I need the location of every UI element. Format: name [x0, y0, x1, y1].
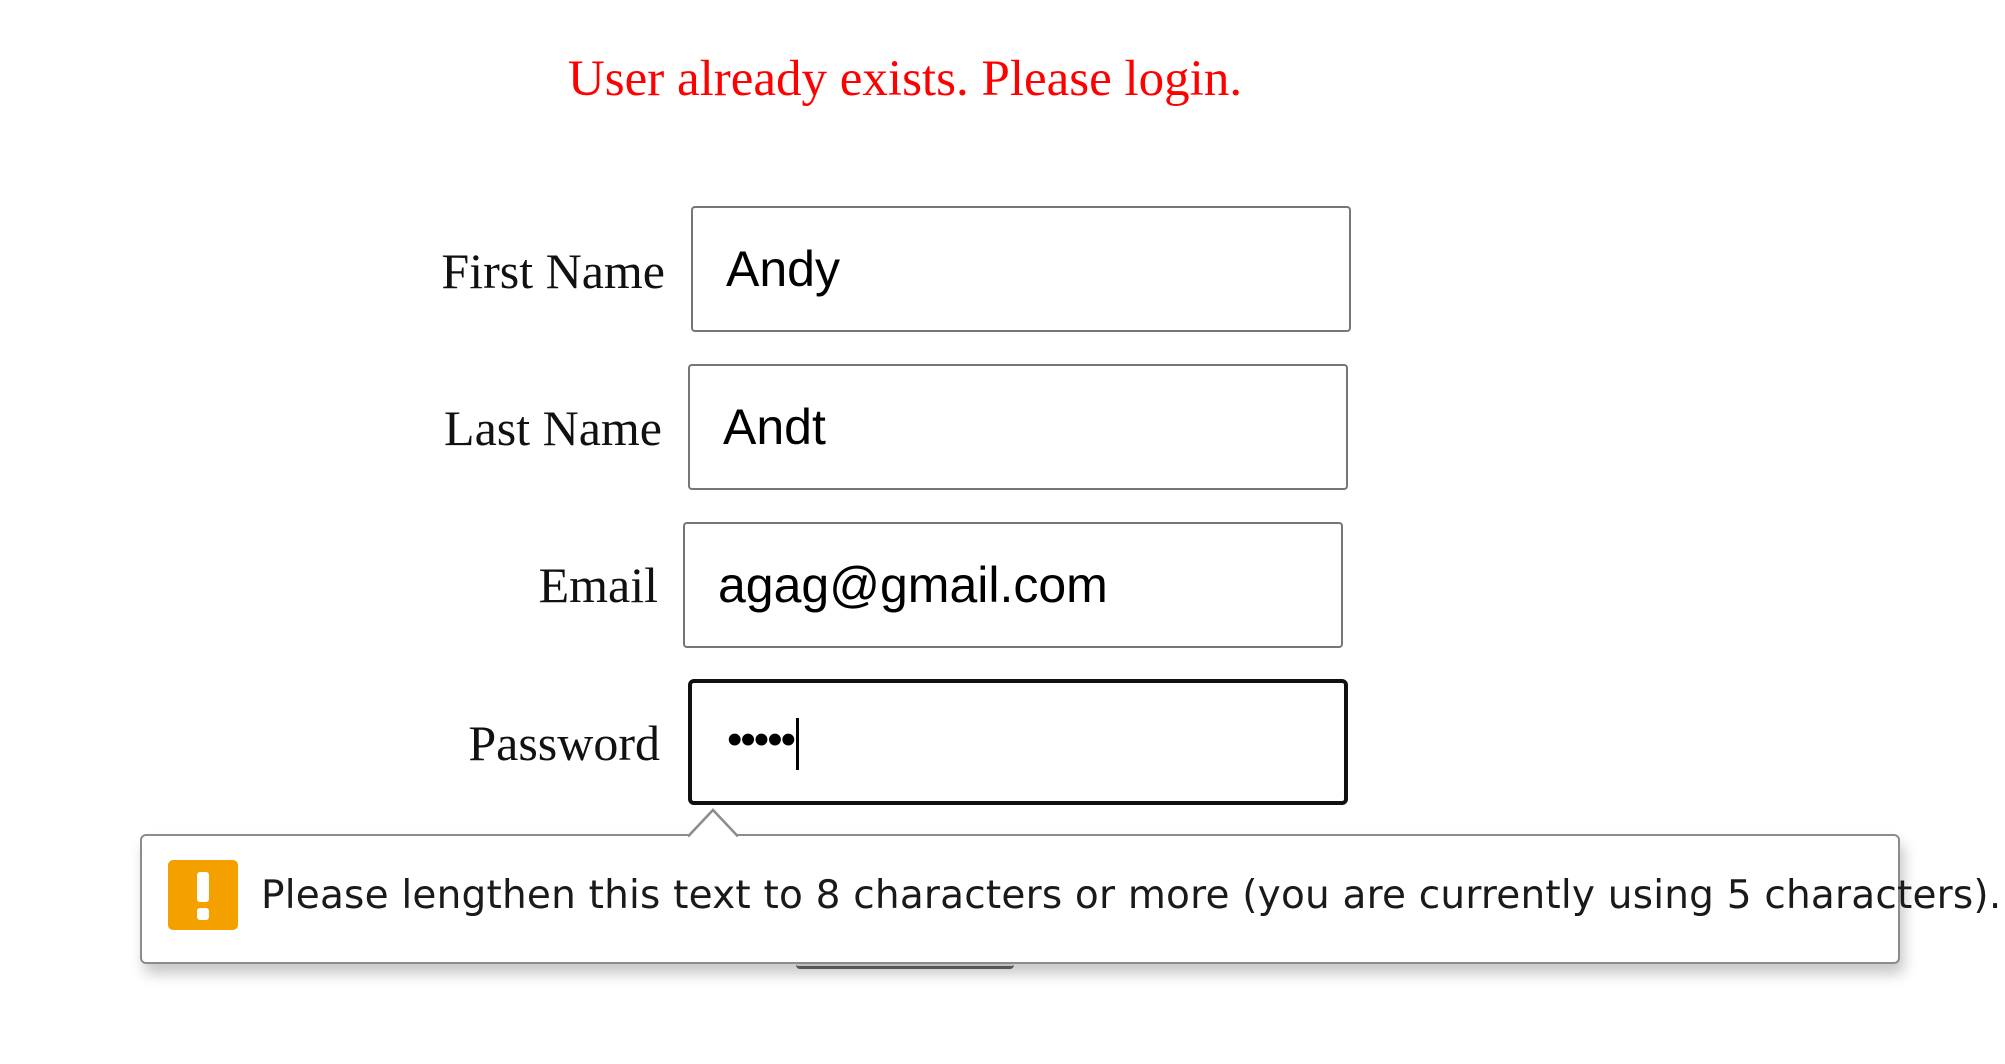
- first-name-label: First Name: [441, 243, 665, 299]
- validation-message: Please lengthen this text to 8 character…: [261, 873, 2002, 918]
- first-name-value: Andy: [726, 241, 840, 297]
- password-label: Password: [468, 715, 660, 771]
- password-input[interactable]: •••••: [688, 679, 1348, 805]
- validation-tooltip: Please lengthen this text to 8 character…: [140, 834, 2001, 964]
- last-name-value: Andt: [723, 399, 826, 455]
- email-value: agag@gmail.com: [718, 557, 1108, 613]
- last-name-input[interactable]: Andt: [688, 364, 1348, 490]
- text-caret: [796, 718, 800, 770]
- email-label: Email: [538, 557, 658, 613]
- error-message: User already exists. Please login.: [567, 51, 1243, 107]
- password-masked-value: •••••: [727, 715, 796, 764]
- first-name-input[interactable]: Andy: [691, 206, 1351, 332]
- last-name-label: Last Name: [444, 400, 662, 456]
- email-input[interactable]: agag@gmail.com: [683, 522, 1343, 648]
- warning-icon: [168, 860, 238, 930]
